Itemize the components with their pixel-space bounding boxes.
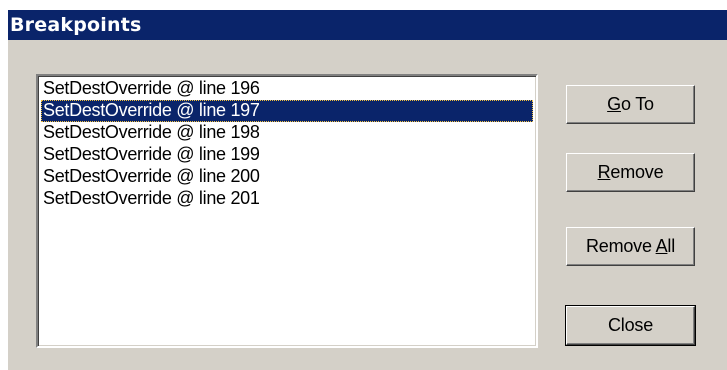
remove-button[interactable]: Remove — [566, 153, 695, 192]
remove-all-mnemonic: A — [655, 236, 668, 256]
remove-all-label-rest: ll — [667, 236, 676, 256]
remove-label: emove — [610, 162, 664, 182]
list-item[interactable]: SetDestOverride @ line 199 — [41, 144, 533, 166]
breakpoints-listbox[interactable]: SetDestOverride @ line 196 SetDestOverri… — [36, 74, 538, 348]
remove-mnemonic: R — [597, 162, 611, 182]
title-bar[interactable]: Breakpoints — [8, 10, 727, 40]
go-to-mnemonic: G — [607, 94, 621, 114]
go-to-label: o To — [620, 94, 654, 114]
list-item[interactable]: SetDestOverride @ line 201 — [41, 188, 533, 210]
list-item[interactable]: SetDestOverride @ line 200 — [41, 166, 533, 188]
breakpoints-dialog: Breakpoints SetDestOverride @ line 196 S… — [6, 8, 727, 370]
close-label: Close — [607, 315, 654, 335]
go-to-button[interactable]: Go To — [566, 85, 695, 124]
list-item[interactable]: SetDestOverride @ line 198 — [41, 122, 533, 144]
list-item-selected[interactable]: SetDestOverride @ line 197 — [41, 100, 533, 122]
remove-all-label-prefix: Remove — [585, 236, 656, 256]
dialog-title: Breakpoints — [10, 14, 142, 36]
close-button[interactable]: Close — [565, 305, 696, 346]
list-item[interactable]: SetDestOverride @ line 196 — [41, 78, 533, 100]
remove-all-button[interactable]: Remove All — [566, 227, 695, 266]
